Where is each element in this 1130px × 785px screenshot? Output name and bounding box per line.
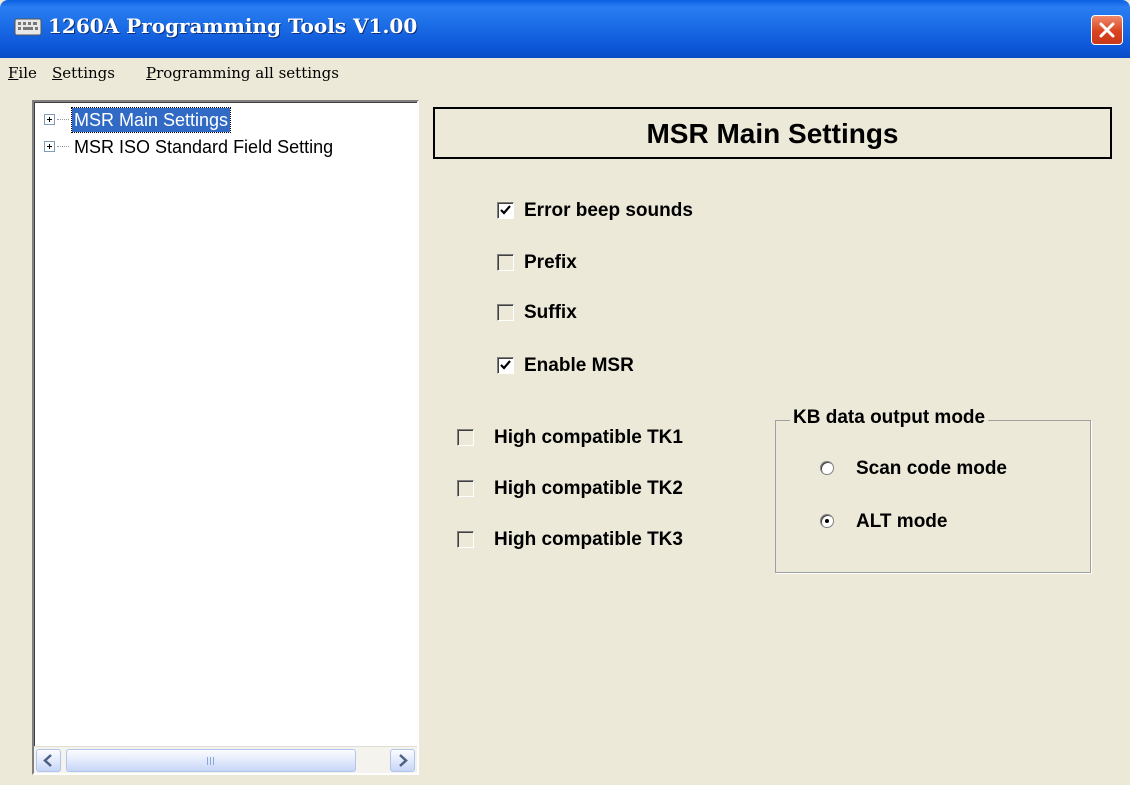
checkbox-label: High compatible TK2 <box>494 478 683 499</box>
expand-icon[interactable] <box>44 114 55 125</box>
radio-button[interactable] <box>820 461 834 475</box>
checkbox-label: Suffix <box>524 302 577 323</box>
checkbox-box[interactable] <box>497 202 514 219</box>
radio-label: ALT mode <box>856 511 948 532</box>
horizontal-scrollbar[interactable] <box>34 746 417 773</box>
checkbox-label: Error beep sounds <box>524 200 693 221</box>
section-header: MSR Main Settings <box>433 107 1112 159</box>
radio-dot-icon <box>825 519 829 523</box>
menu-programming-all-settings[interactable]: Programming all settings <box>146 64 339 82</box>
arrow-right-icon <box>399 754 408 767</box>
scroll-left-button[interactable] <box>36 749 61 772</box>
checkmark-icon <box>500 205 511 215</box>
grip-icon <box>207 757 216 765</box>
radio-label: Scan code mode <box>856 458 1007 479</box>
settings-tree[interactable]: MSR Main Settings MSR ISO Standard Field… <box>32 100 419 775</box>
checkbox-label: Prefix <box>524 252 577 273</box>
window-title: 1260A Programming Tools V1.00 <box>48 14 418 38</box>
menu-settings[interactable]: Settings <box>52 64 115 82</box>
arrow-left-icon <box>43 754 52 767</box>
radio-button[interactable] <box>820 514 834 528</box>
scroll-thumb[interactable] <box>66 749 356 772</box>
checkbox-box[interactable] <box>497 304 514 321</box>
close-icon <box>1099 22 1115 38</box>
checkmark-icon <box>500 360 511 370</box>
section-title: MSR Main Settings <box>646 118 899 149</box>
checkbox-label: Enable MSR <box>524 355 634 376</box>
checkbox-box[interactable] <box>497 357 514 374</box>
tree-item-label: MSR Main Settings <box>70 107 232 133</box>
checkbox-box[interactable] <box>457 429 474 446</box>
checkbox-box[interactable] <box>457 531 474 548</box>
checkbox-label: High compatible TK1 <box>494 427 683 448</box>
menu-file[interactable]: File <box>8 64 37 82</box>
kb-data-output-mode-group: KB data output mode Scan code mode ALT m… <box>775 407 1091 573</box>
title-bar[interactable]: 1260A Programming Tools V1.00 <box>0 0 1130 58</box>
menu-bar: File Settings Programming all settings <box>0 58 1130 90</box>
checkbox-label: High compatible TK3 <box>494 529 683 550</box>
expand-icon[interactable] <box>44 141 55 152</box>
keyboard-icon <box>14 18 42 36</box>
close-button[interactable] <box>1091 15 1123 45</box>
scroll-right-button[interactable] <box>390 749 415 772</box>
checkbox-box[interactable] <box>497 254 514 271</box>
checkbox-box[interactable] <box>457 480 474 497</box>
group-title: KB data output mode <box>790 407 989 429</box>
tree-item-label: MSR ISO Standard Field Setting <box>74 137 334 157</box>
